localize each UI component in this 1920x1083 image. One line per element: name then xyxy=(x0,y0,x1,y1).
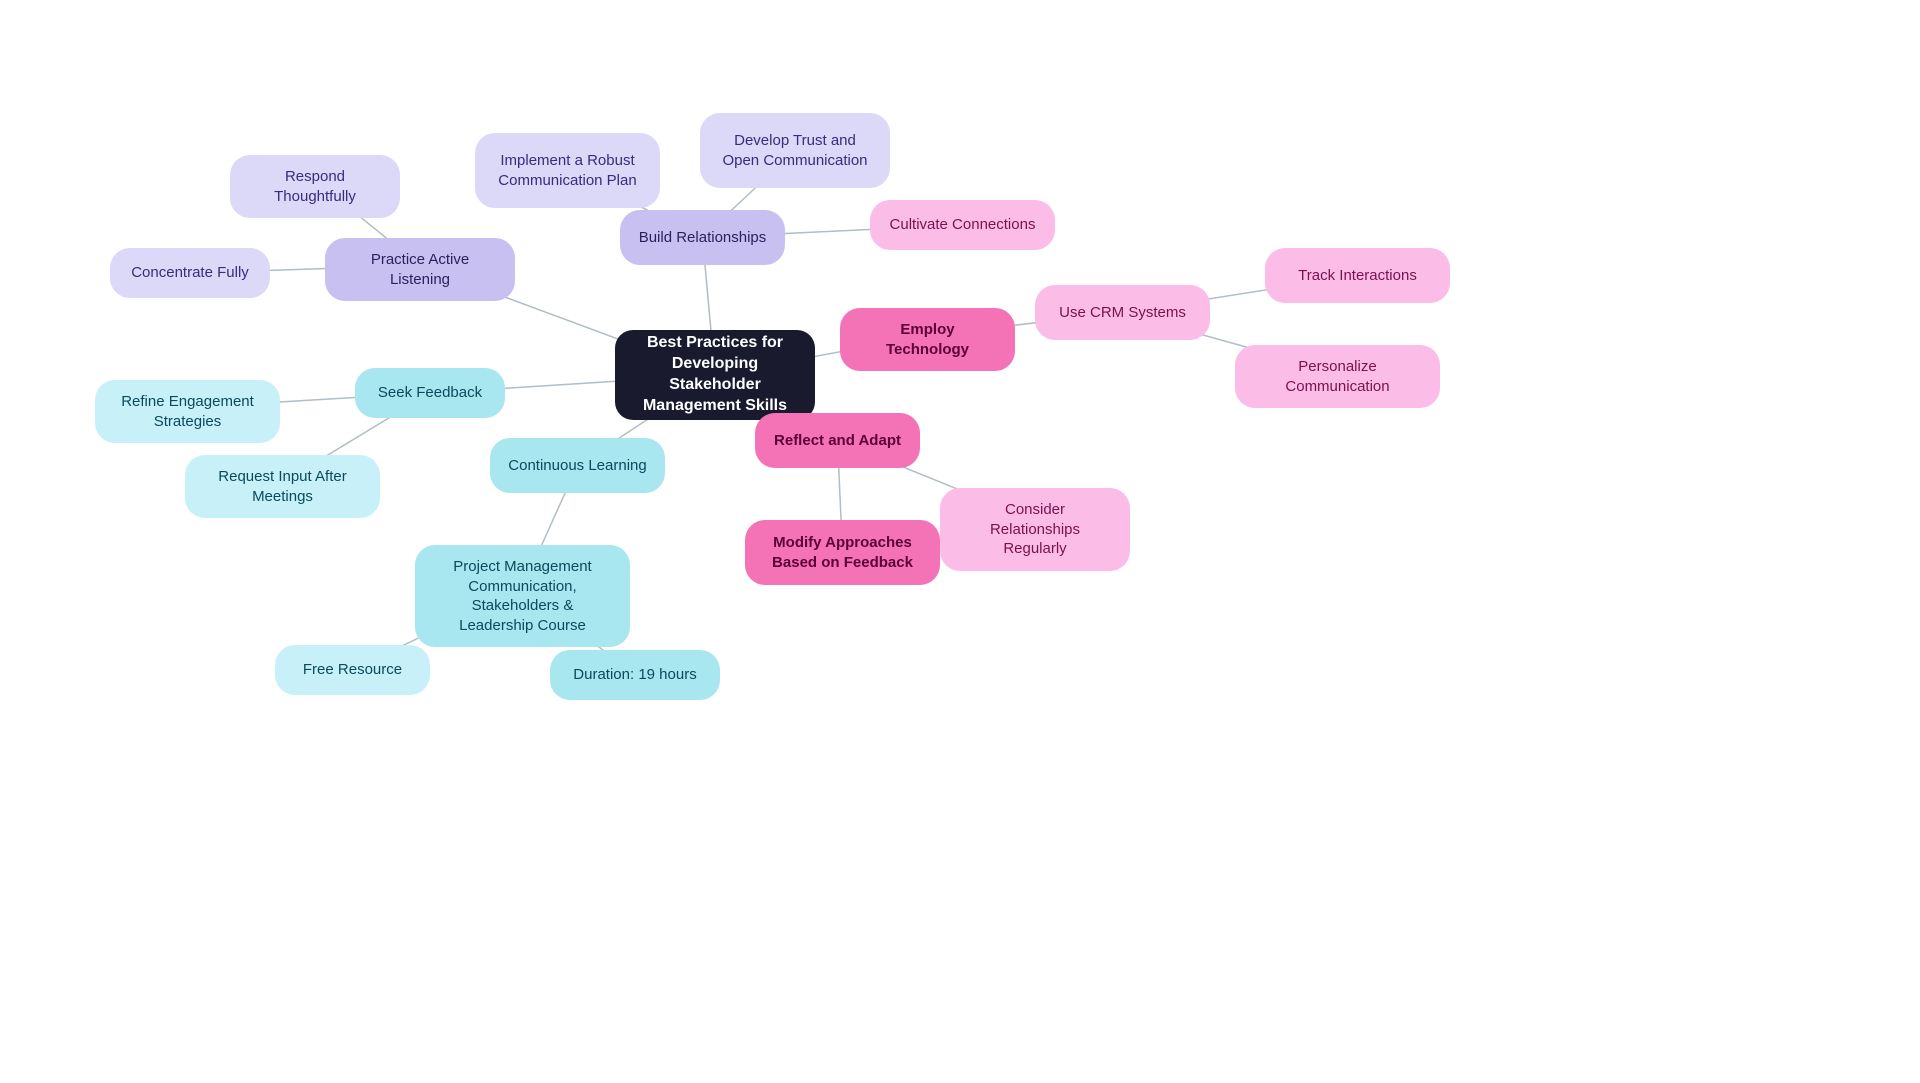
node-reflect: Reflect and Adapt xyxy=(755,413,920,468)
node-implement: Implement a Robust Communication Plan xyxy=(475,133,660,208)
node-consider: Consider Relationships Regularly xyxy=(940,488,1130,571)
node-pm-course: Project Management Communication, Stakeh… xyxy=(415,545,630,647)
node-personalize: Personalize Communication xyxy=(1235,345,1440,408)
node-request: Request Input After Meetings xyxy=(185,455,380,518)
node-build-rel: Build Relationships xyxy=(620,210,785,265)
node-modify: Modify Approaches Based on Feedback xyxy=(745,520,940,585)
node-active-listening: Practice Active Listening xyxy=(325,238,515,301)
node-employ-tech: Employ Technology xyxy=(840,308,1015,371)
center-node: Best Practices for Developing Stakeholde… xyxy=(615,330,815,420)
mindmap-container: Best Practices for Developing Stakeholde… xyxy=(0,0,1920,1083)
node-concentrate: Concentrate Fully xyxy=(110,248,270,298)
node-cultivate: Cultivate Connections xyxy=(870,200,1055,250)
node-track: Track Interactions xyxy=(1265,248,1450,303)
node-continuous: Continuous Learning xyxy=(490,438,665,493)
node-use-crm: Use CRM Systems xyxy=(1035,285,1210,340)
node-develop-trust: Develop Trust and Open Communication xyxy=(700,113,890,188)
node-respond: Respond Thoughtfully xyxy=(230,155,400,218)
node-free-resource: Free Resource xyxy=(275,645,430,695)
node-refine: Refine Engagement Strategies xyxy=(95,380,280,443)
node-seek-feedback: Seek Feedback xyxy=(355,368,505,418)
node-duration: Duration: 19 hours xyxy=(550,650,720,700)
